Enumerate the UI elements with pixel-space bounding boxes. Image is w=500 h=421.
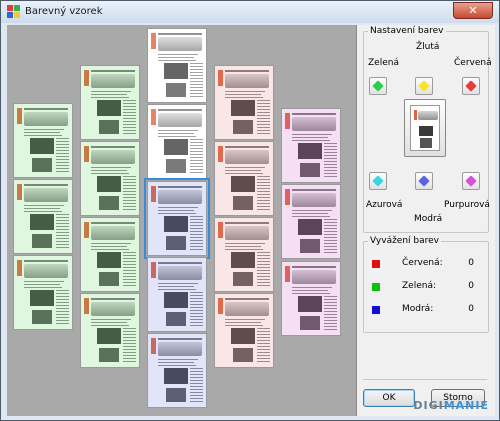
preview-thumbnail[interactable] xyxy=(144,178,210,259)
cyan-label: Azurová xyxy=(366,200,403,210)
preview-thumbnail[interactable] xyxy=(147,257,207,332)
preview-thumbnail[interactable] xyxy=(214,65,274,140)
green-square-icon xyxy=(372,283,380,291)
add-blue-button[interactable] xyxy=(415,172,433,190)
red-swatch-icon xyxy=(465,80,477,92)
current-thumbnail xyxy=(410,105,440,151)
add-yellow-button[interactable] xyxy=(415,77,433,95)
blue-square-icon xyxy=(372,306,380,314)
preview-thumbnail[interactable] xyxy=(147,28,207,103)
title-bar: Barevný vzorek ✕ xyxy=(1,1,499,23)
balance-red-label: Červená: xyxy=(402,258,443,268)
magenta-swatch-icon xyxy=(465,175,477,187)
color-palette-icon xyxy=(7,5,20,18)
preview-thumbnail[interactable] xyxy=(281,261,341,336)
window-title: Barevný vzorek xyxy=(25,6,103,17)
balance-blue-value: 0 xyxy=(468,304,474,314)
balance-red-value: 0 xyxy=(468,258,474,268)
cyan-swatch-icon xyxy=(372,175,384,187)
magenta-label: Purpurová xyxy=(444,200,490,210)
balance-blue-label: Modrá: xyxy=(402,304,434,314)
add-magenta-button[interactable] xyxy=(462,172,480,190)
variation-preview-area xyxy=(7,25,357,416)
color-balance-title: Vyvážení barev xyxy=(368,236,442,246)
close-button[interactable]: ✕ xyxy=(453,2,493,19)
add-cyan-button[interactable] xyxy=(369,172,387,190)
color-settings-title: Nastavení barev xyxy=(368,26,446,36)
preview-thumbnail[interactable] xyxy=(80,141,140,216)
balance-green-label: Zelená: xyxy=(402,281,436,291)
preview-thumbnail[interactable] xyxy=(13,103,73,178)
color-sample-window: Barevný vzorek ✕ Nastavení barev Žlutá Z… xyxy=(0,0,500,421)
current-result-preview xyxy=(404,99,446,157)
yellow-label: Žlutá xyxy=(416,42,440,52)
red-square-icon xyxy=(372,260,380,268)
green-label: Zelená xyxy=(368,58,399,68)
balance-green-value: 0 xyxy=(468,281,474,291)
preview-thumbnail[interactable] xyxy=(147,104,207,179)
color-balance-group: Vyvážení barev Červená: 0 Zelená: 0 Modr… xyxy=(363,236,489,333)
color-settings-group: Nastavení barev Žlutá Zelená Červená Azu… xyxy=(363,26,492,233)
preview-thumbnail[interactable] xyxy=(80,293,140,368)
preview-thumbnail[interactable] xyxy=(214,293,274,368)
red-label: Červená xyxy=(454,58,492,68)
preview-thumbnail[interactable] xyxy=(214,217,274,292)
preview-thumbnail[interactable] xyxy=(281,184,341,259)
preview-thumbnail[interactable] xyxy=(13,255,73,330)
separator xyxy=(363,379,487,380)
green-swatch-icon xyxy=(372,80,384,92)
preview-thumbnail[interactable] xyxy=(13,179,73,254)
preview-thumbnail[interactable] xyxy=(281,108,341,183)
blue-swatch-icon xyxy=(418,175,430,187)
watermark-logo: DIGIMANIE xyxy=(413,399,489,412)
add-green-button[interactable] xyxy=(369,77,387,95)
preview-thumbnail[interactable] xyxy=(214,141,274,216)
ok-button[interactable]: OK xyxy=(363,389,415,407)
preview-thumbnail[interactable] xyxy=(80,65,140,140)
preview-thumbnail[interactable] xyxy=(147,333,207,408)
add-red-button[interactable] xyxy=(462,77,480,95)
dialog-client-area: Nastavení barev Žlutá Zelená Červená Azu… xyxy=(7,25,495,416)
preview-thumbnail[interactable] xyxy=(80,217,140,292)
yellow-swatch-icon xyxy=(418,80,430,92)
blue-label: Modrá xyxy=(414,214,443,224)
